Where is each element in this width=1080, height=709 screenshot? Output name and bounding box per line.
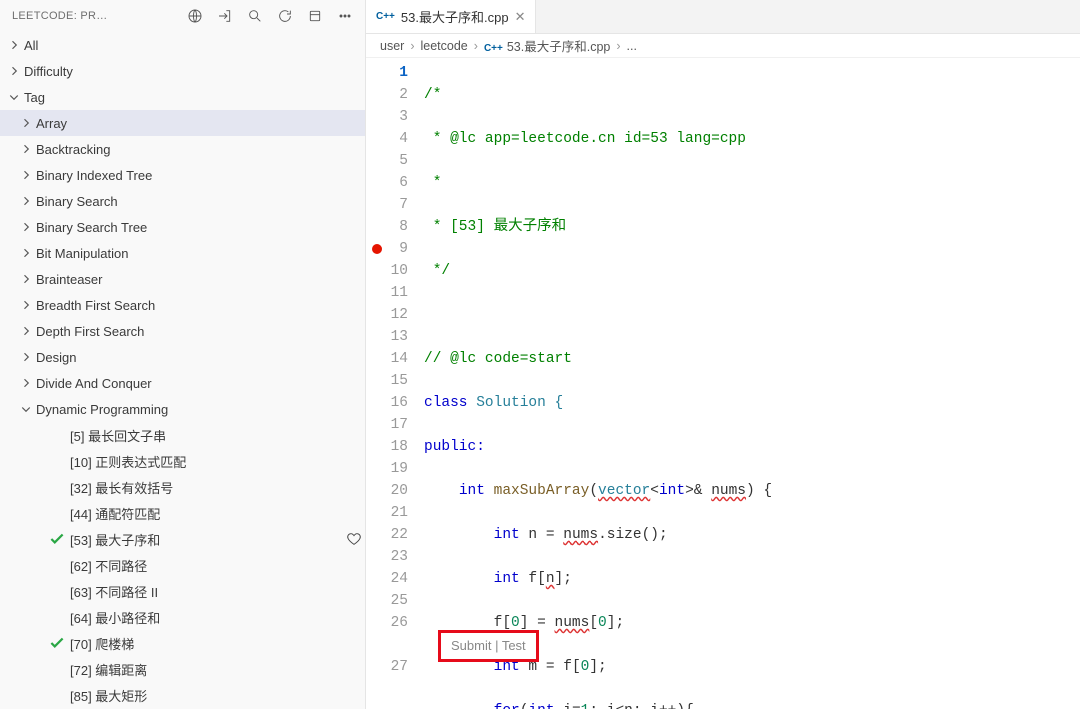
- tree-tag-dp[interactable]: Dynamic Programming: [0, 396, 365, 422]
- tree-root-all[interactable]: All: [0, 32, 365, 58]
- search-icon[interactable]: [241, 2, 269, 30]
- tab-filename: 53.最大子序和.cpp: [401, 7, 509, 26]
- chevron-right-icon: [18, 141, 34, 157]
- tree-tag[interactable]: Binary Search: [0, 188, 365, 214]
- tree-problem[interactable]: [72] 编辑距离: [0, 656, 365, 682]
- code-body[interactable]: /* * @lc app=leetcode.cn id=53 lang=cpp …: [424, 58, 1080, 709]
- tree-tag[interactable]: Breadth First Search: [0, 292, 365, 318]
- chevron-right-icon: [18, 245, 34, 261]
- chevron-right-icon: [18, 219, 34, 235]
- chevron-right-icon: [18, 271, 34, 287]
- chevron-right-icon: [18, 167, 34, 183]
- chevron-down-icon: [6, 89, 22, 105]
- tree-problem[interactable]: [32] 最长有效括号: [0, 474, 365, 500]
- chevron-right-icon: [6, 63, 22, 79]
- chevron-down-icon: [18, 401, 34, 417]
- tree-tag[interactable]: Binary Indexed Tree: [0, 162, 365, 188]
- tree-problem[interactable]: [62] 不同路径: [0, 552, 365, 578]
- sidebar: LEETCODE: PROB... All Difficulty Tag Arr…: [0, 0, 366, 709]
- close-icon[interactable]: ✕: [515, 9, 526, 25]
- tree-problem[interactable]: [44] 通配符匹配: [0, 500, 365, 526]
- sidebar-title: LEETCODE: PROB...: [6, 10, 114, 22]
- tab-active[interactable]: C++ 53.最大子序和.cpp ✕: [366, 0, 536, 33]
- more-icon[interactable]: [331, 2, 359, 30]
- tree-tag[interactable]: Binary Search Tree: [0, 214, 365, 240]
- tree-tag[interactable]: Divide And Conquer: [0, 370, 365, 396]
- tree-tag[interactable]: Design: [0, 344, 365, 370]
- tree-tag-array[interactable]: Array: [0, 110, 365, 136]
- sidebar-tree: All Difficulty Tag Array Backtracking Bi…: [0, 32, 365, 709]
- breadcrumb[interactable]: user› leetcode› C++53.最大子序和.cpp› ...: [366, 34, 1080, 58]
- codelens-submit-test[interactable]: Submit | Test: [438, 630, 539, 662]
- tree-tag[interactable]: Bit Manipulation: [0, 240, 365, 266]
- chevron-right-icon: [18, 349, 34, 365]
- check-icon: [48, 634, 66, 652]
- line-gutter[interactable]: 1234567891011121314151617181920212223242…: [366, 58, 424, 709]
- check-icon: [48, 530, 66, 548]
- code-editor[interactable]: 1234567891011121314151617181920212223242…: [366, 58, 1080, 709]
- heart-icon[interactable]: [343, 531, 365, 547]
- collapse-icon[interactable]: [301, 2, 329, 30]
- tab-lang-badge: C++: [376, 11, 395, 22]
- tree-problem[interactable]: [85] 最大矩形: [0, 682, 365, 708]
- globe-icon[interactable]: [181, 2, 209, 30]
- editor-tabs: C++ 53.最大子序和.cpp ✕: [366, 0, 1080, 34]
- tree-problem[interactable]: [10] 正则表达式匹配: [0, 448, 365, 474]
- tree-problem[interactable]: [5] 最长回文子串: [0, 422, 365, 448]
- tree-problem[interactable]: [63] 不同路径 II: [0, 578, 365, 604]
- sidebar-header: LEETCODE: PROB...: [0, 0, 365, 32]
- refresh-icon[interactable]: [271, 2, 299, 30]
- chevron-right-icon: [18, 115, 34, 131]
- tree-tag[interactable]: Backtracking: [0, 136, 365, 162]
- tree-root-tag[interactable]: Tag: [0, 84, 365, 110]
- chevron-right-icon: [18, 323, 34, 339]
- chevron-right-icon: [18, 193, 34, 209]
- tree-problem-solved[interactable]: [70] 爬楼梯: [0, 630, 365, 656]
- tree-problem-solved[interactable]: [53] 最大子序和: [0, 526, 365, 552]
- tree-root-difficulty[interactable]: Difficulty: [0, 58, 365, 84]
- tree-tag[interactable]: Depth First Search: [0, 318, 365, 344]
- chevron-right-icon: [6, 37, 22, 53]
- chevron-right-icon: [18, 297, 34, 313]
- signin-icon[interactable]: [211, 2, 239, 30]
- chevron-right-icon: [18, 375, 34, 391]
- tree-tag[interactable]: Brainteaser: [0, 266, 365, 292]
- editor-area: C++ 53.最大子序和.cpp ✕ user› leetcode› C++53…: [366, 0, 1080, 709]
- breakpoint-icon[interactable]: [372, 244, 382, 254]
- tree-problem[interactable]: [64] 最小路径和: [0, 604, 365, 630]
